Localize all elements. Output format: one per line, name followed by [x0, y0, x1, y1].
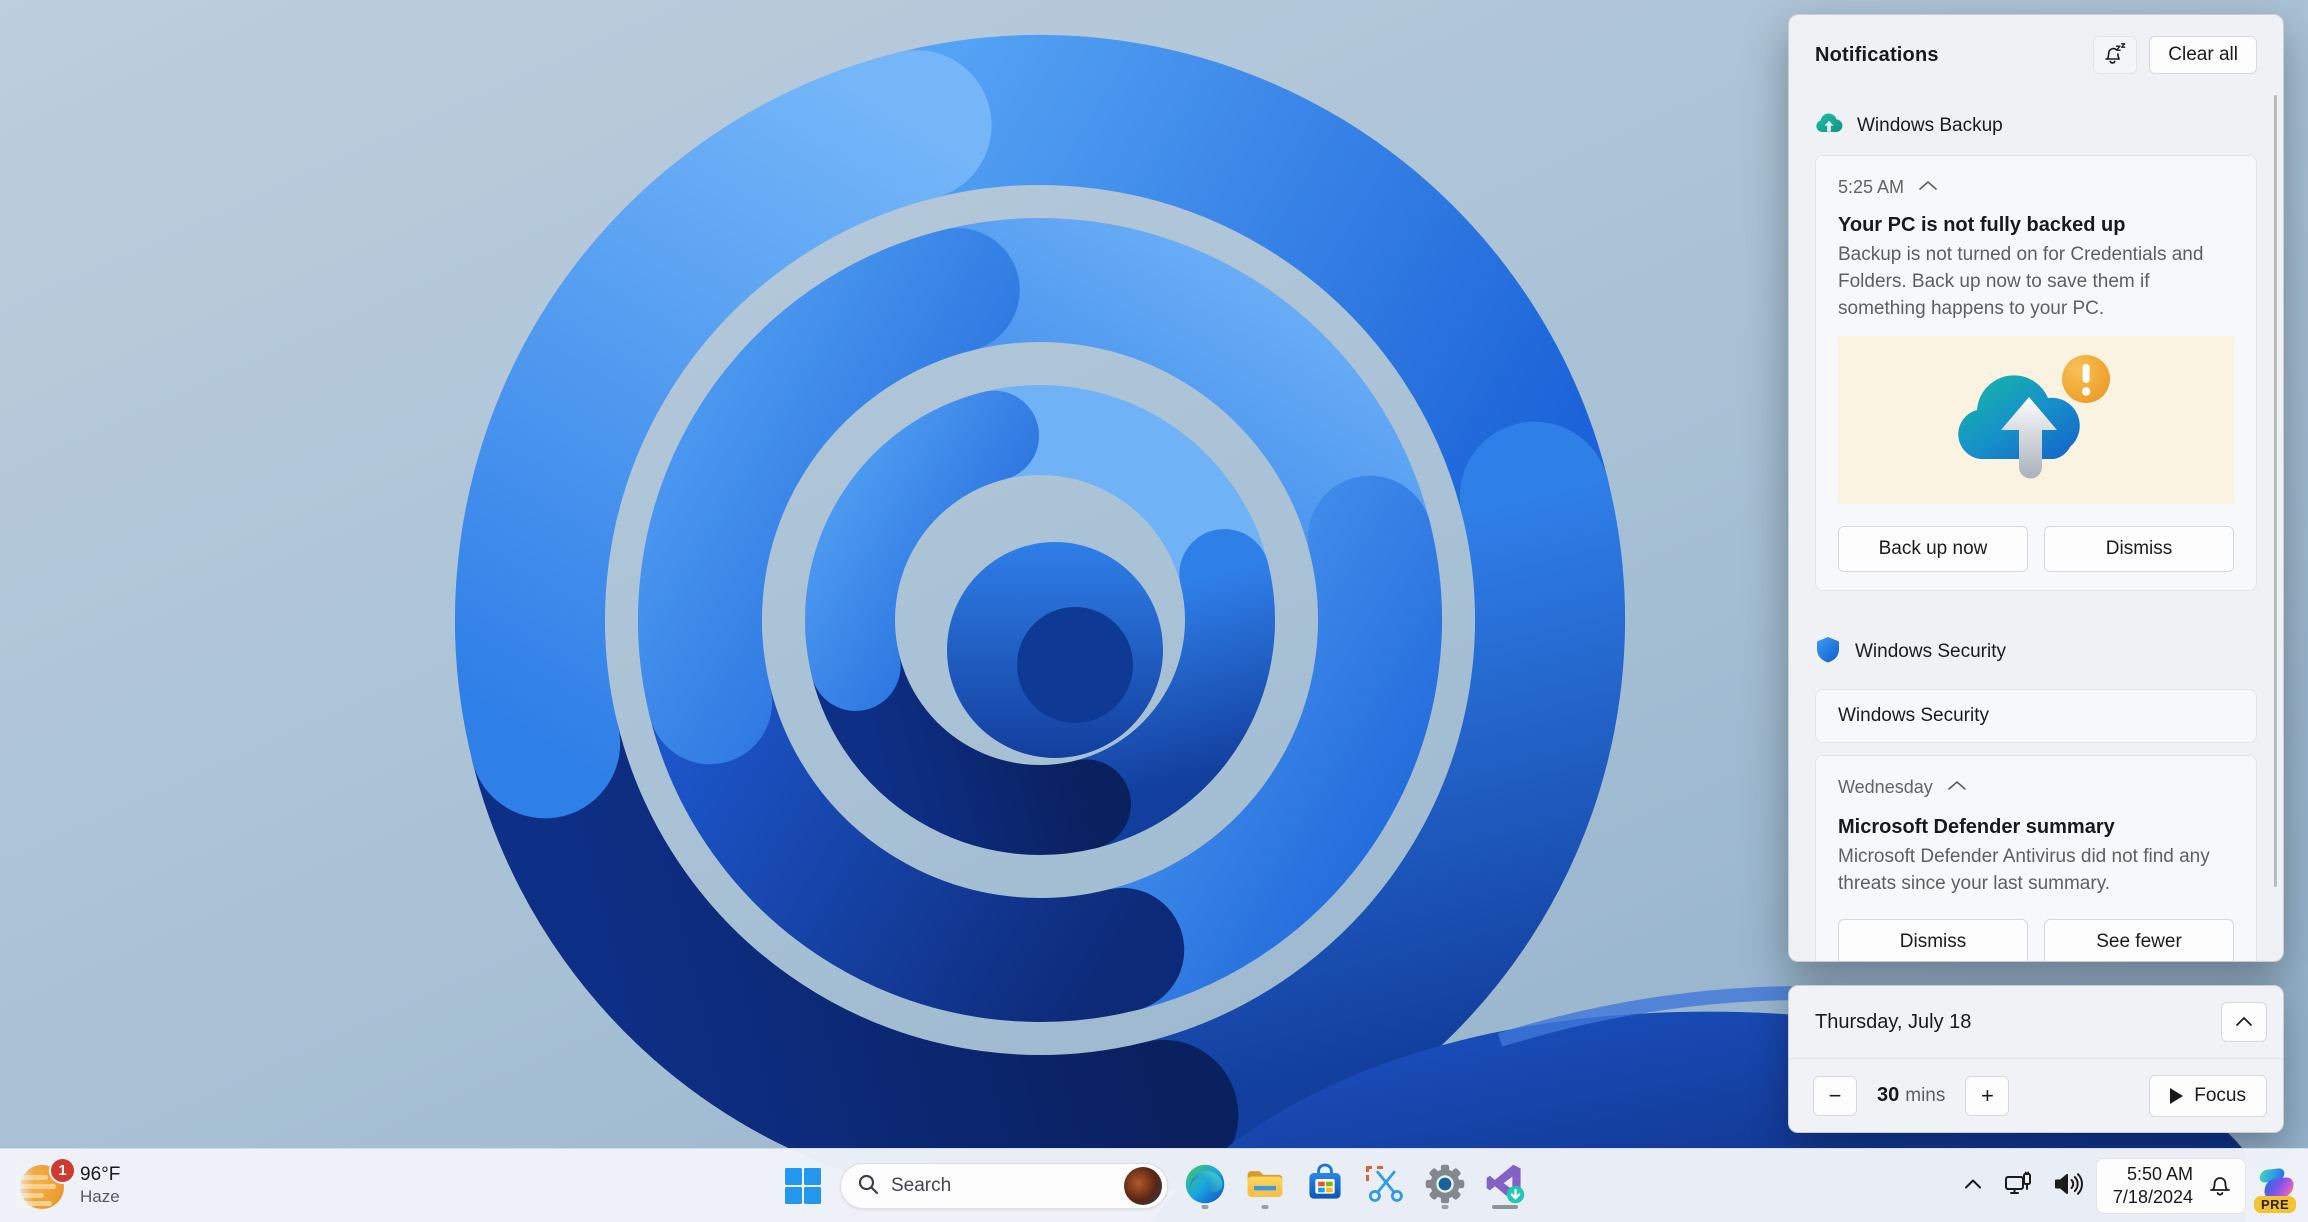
- focus-minutes-increase-button[interactable]: +: [1965, 1076, 2009, 1116]
- weather-condition: Haze: [80, 1186, 120, 1208]
- backup-timestamp: 5:25 AM: [1838, 177, 1904, 198]
- desktop: Notifications Clear all: [0, 0, 2308, 1222]
- visual-studio-icon: [1483, 1162, 1527, 1211]
- notification-header: Notifications Clear all: [1815, 35, 2257, 75]
- taskbar: 1 96°F Haze Search: [0, 1148, 2308, 1222]
- search-placeholder: Search: [891, 1175, 1112, 1197]
- backup-notification-card[interactable]: 5:25 AM Your PC is not fully backed up B…: [1815, 155, 2257, 591]
- notification-center-panel: Notifications Clear all: [1788, 14, 2284, 962]
- shield-icon: [1815, 636, 1841, 669]
- defender-dismiss-button[interactable]: Dismiss: [1838, 919, 2028, 962]
- backup-timestamp-row[interactable]: 5:25 AM: [1838, 174, 2234, 200]
- back-up-now-button[interactable]: Back up now: [1838, 526, 2028, 572]
- calendar-collapse-button[interactable]: [2221, 1002, 2267, 1042]
- defender-notification-card[interactable]: Wednesday Microsoft Defender summary Mic…: [1815, 755, 2257, 962]
- defender-timestamp: Wednesday: [1838, 777, 1933, 798]
- edge-icon: [1183, 1162, 1227, 1211]
- notification-header-actions: Clear all: [2093, 36, 2257, 74]
- visual-studio-active-indicator: [1492, 1205, 1518, 1209]
- calendar-date: Thursday, July 18: [1815, 1011, 1971, 1034]
- focus-minutes-unit: mins: [1905, 1085, 1945, 1106]
- weather-notification-badge: 1: [49, 1157, 76, 1184]
- focus-minutes-number: 30: [1877, 1084, 1899, 1106]
- windows-security-group-header: Windows Security: [1815, 637, 2257, 667]
- do-not-disturb-button[interactable]: [2093, 36, 2137, 74]
- play-icon: [2170, 1088, 2183, 1104]
- see-fewer-button[interactable]: See fewer: [2044, 919, 2234, 962]
- backup-body: Backup is not turned on for Credentials …: [1838, 241, 2234, 322]
- snipping-tool-taskbar-button[interactable]: [1362, 1160, 1408, 1212]
- windows-security-group-label: Windows Security: [1855, 641, 2006, 663]
- ethernet-network-icon: [2003, 1170, 2033, 1203]
- network-tray-button[interactable]: [1996, 1162, 2040, 1210]
- cloud-upload-warning-illustration: [1938, 343, 2134, 498]
- taskbar-center-group: Search: [780, 1149, 1528, 1222]
- calendar-flyout: Thursday, July 18 − 30 mins + Focus: [1788, 985, 2284, 1133]
- defender-timestamp-row[interactable]: Wednesday: [1838, 774, 2234, 800]
- clock-notification-button[interactable]: 5:50 AM 7/18/2024: [2096, 1158, 2246, 1214]
- notifications-title: Notifications: [1815, 44, 1939, 67]
- microsoft-store-taskbar-button[interactable]: [1302, 1160, 1348, 1212]
- backup-actions: Back up now Dismiss: [1838, 526, 2234, 572]
- bell-sleep-icon: [2102, 42, 2128, 69]
- microsoft-store-icon: [1303, 1162, 1347, 1211]
- bing-daily-image[interactable]: [1124, 1167, 1162, 1205]
- gear-icon: [1423, 1162, 1467, 1211]
- weather-widget[interactable]: 1 96°F Haze: [10, 1149, 130, 1222]
- backup-title: Your PC is not fully backed up: [1838, 214, 2234, 237]
- taskbar-search-box[interactable]: Search: [840, 1163, 1168, 1209]
- windows-security-header-card[interactable]: Windows Security: [1815, 689, 2257, 743]
- start-button[interactable]: [780, 1160, 826, 1212]
- copilot-preview-badge: PRE: [2254, 1196, 2296, 1213]
- backup-dismiss-button[interactable]: Dismiss: [2044, 526, 2234, 572]
- search-icon: [857, 1173, 879, 1200]
- hidden-icons-button[interactable]: [1956, 1162, 1990, 1210]
- visual-studio-taskbar-button[interactable]: [1482, 1160, 1528, 1212]
- focus-start-button[interactable]: Focus: [2149, 1075, 2267, 1117]
- clear-all-button[interactable]: Clear all: [2149, 36, 2257, 74]
- copilot-tray-button[interactable]: PRE: [2252, 1158, 2300, 1214]
- cloud-backup-icon: [1815, 112, 1843, 141]
- windows-backup-group-header: Windows Backup: [1815, 111, 2257, 141]
- tray-time: 5:50 AM: [2127, 1163, 2193, 1186]
- notification-bell-icon: [2207, 1171, 2233, 1202]
- focus-button-label: Focus: [2194, 1085, 2246, 1107]
- defender-actions: Dismiss See fewer: [1838, 919, 2234, 962]
- focus-session-row: − 30 mins + Focus: [1789, 1059, 2283, 1132]
- focus-minutes-value: 30 mins: [1877, 1084, 1945, 1107]
- chevron-up-icon: [2235, 1011, 2253, 1032]
- file-explorer-taskbar-button[interactable]: [1242, 1160, 1288, 1212]
- defender-body: Microsoft Defender Antivirus did not fin…: [1838, 843, 2234, 897]
- settings-running-indicator: [1442, 1205, 1449, 1209]
- snip-selection-icon: [1366, 1166, 1383, 1181]
- edge-running-indicator: [1202, 1205, 1209, 1209]
- calendar-header: Thursday, July 18: [1789, 986, 2283, 1058]
- weather-temperature: 96°F: [80, 1164, 120, 1186]
- tray-date: 7/18/2024: [2113, 1186, 2193, 1209]
- file-explorer-running-indicator: [1262, 1205, 1269, 1209]
- defender-title: Microsoft Defender summary: [1838, 816, 2234, 839]
- settings-taskbar-button[interactable]: [1422, 1160, 1468, 1212]
- chevron-up-icon: [1947, 778, 1967, 796]
- chevron-up-icon: [1918, 178, 1938, 196]
- file-explorer-icon: [1243, 1162, 1287, 1211]
- backup-hero-image: [1838, 336, 2234, 504]
- haze-weather-icon: 1: [20, 1161, 70, 1211]
- edge-taskbar-button[interactable]: [1182, 1160, 1228, 1212]
- focus-minutes-decrease-button[interactable]: −: [1813, 1076, 1857, 1116]
- windows-backup-group-label: Windows Backup: [1857, 115, 2003, 137]
- windows-security-card-title: Windows Security: [1838, 705, 1989, 727]
- volume-tray-button[interactable]: [2046, 1162, 2090, 1210]
- panel-scrollbar[interactable]: [2274, 95, 2277, 887]
- chevron-up-icon: [1963, 1177, 1983, 1196]
- system-tray: 5:50 AM 7/18/2024 PRE: [1956, 1149, 2300, 1222]
- speaker-icon: [2053, 1171, 2083, 1202]
- windows-logo-icon: [785, 1168, 821, 1204]
